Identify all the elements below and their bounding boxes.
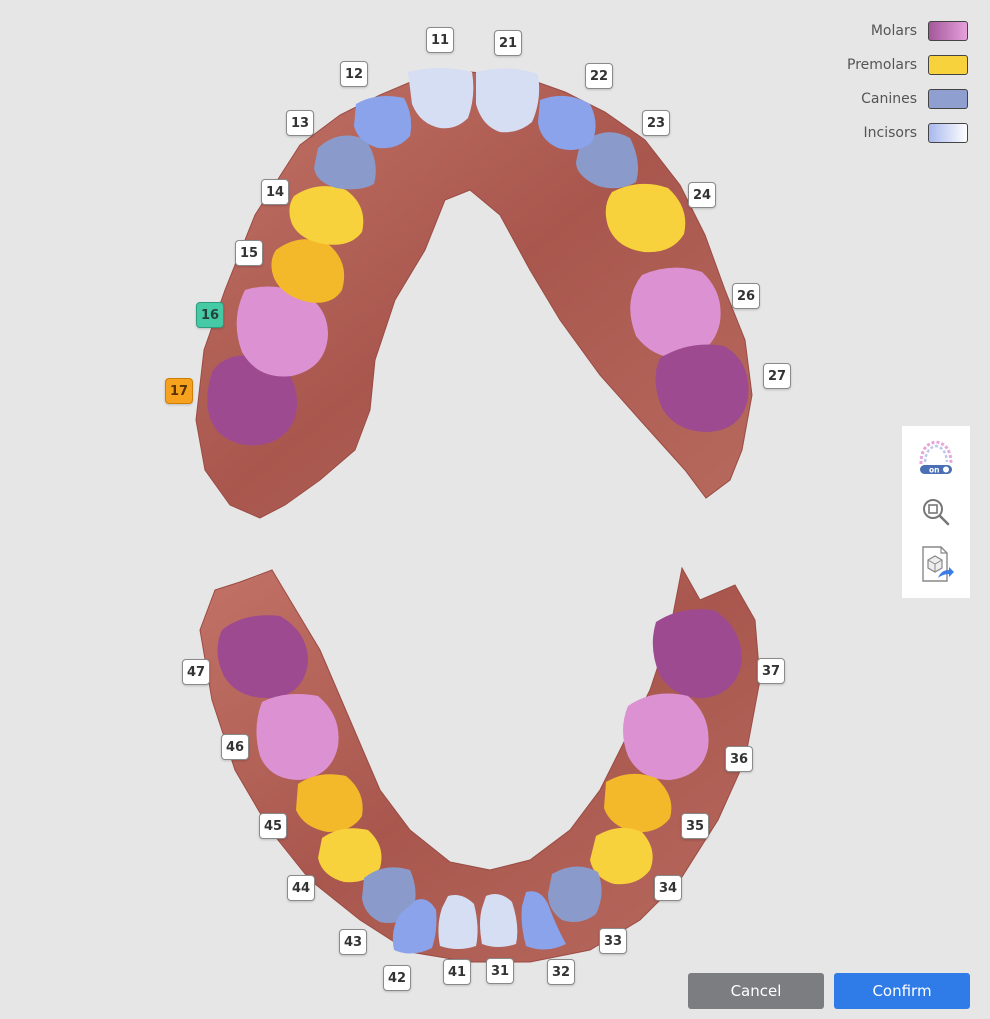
tooth-label-12[interactable]: 12 <box>340 61 368 87</box>
cancel-button[interactable]: Cancel <box>688 973 824 1009</box>
toggle-state-text: on <box>929 466 940 475</box>
tooth-label-24[interactable]: 24 <box>688 182 716 208</box>
tooth-label-14[interactable]: 14 <box>261 179 289 205</box>
tooth-46[interactable] <box>256 694 339 780</box>
tooth-label-21[interactable]: 21 <box>494 30 522 56</box>
legend-swatch <box>928 123 968 143</box>
tooth-label-43[interactable]: 43 <box>339 929 367 955</box>
tooth-label-22[interactable]: 22 <box>585 63 613 89</box>
legend-label: Incisors <box>863 125 918 141</box>
tooth-label-37[interactable]: 37 <box>757 658 785 684</box>
export-model-button[interactable] <box>916 544 956 584</box>
zoom-fit-icon <box>923 499 950 526</box>
tooth-label-11[interactable]: 11 <box>426 27 454 53</box>
tooth-label-27[interactable]: 27 <box>763 363 791 389</box>
tooth-33[interactable] <box>548 866 602 922</box>
tooth-31[interactable] <box>480 894 518 947</box>
legend-swatch <box>928 89 968 109</box>
tooth-label-33[interactable]: 33 <box>599 928 627 954</box>
tooth-label-47[interactable]: 47 <box>182 659 210 685</box>
tooth-label-44[interactable]: 44 <box>287 875 315 901</box>
tooth-label-23[interactable]: 23 <box>642 110 670 136</box>
arch-visibility-toggle-icon: on <box>919 440 953 475</box>
tooth-label-35[interactable]: 35 <box>681 813 709 839</box>
tooth-label-45[interactable]: 45 <box>259 813 287 839</box>
tooth-label-13[interactable]: 13 <box>286 110 314 136</box>
tooth-type-legend: Molars Premolars Canines Incisors <box>847 14 968 150</box>
tooth-label-34[interactable]: 34 <box>654 875 682 901</box>
legend-label: Premolars <box>847 57 917 73</box>
tooth-label-15[interactable]: 15 <box>235 240 263 266</box>
tooth-label-46[interactable]: 46 <box>221 734 249 760</box>
legend-label: Canines <box>861 91 917 107</box>
view-toolbar: on <box>902 426 970 598</box>
tooth-label-41[interactable]: 41 <box>443 959 471 985</box>
tooth-label-42[interactable]: 42 <box>383 965 411 991</box>
tooth-34[interactable] <box>590 827 653 885</box>
tooth-label-16-selected[interactable]: 16 <box>196 302 224 328</box>
legend-item-premolars: Premolars <box>847 48 968 82</box>
legend-item-canines: Canines <box>847 82 968 116</box>
tooth-label-36[interactable]: 36 <box>725 746 753 772</box>
tooth-label-26[interactable]: 26 <box>732 283 760 309</box>
tooth-label-32[interactable]: 32 <box>547 959 575 985</box>
legend-swatch <box>928 55 968 75</box>
arch-visibility-toggle-button[interactable]: on <box>916 436 956 476</box>
confirm-button[interactable]: Confirm <box>834 973 970 1009</box>
export-model-icon <box>922 546 954 582</box>
tooth-label-17-selected[interactable]: 17 <box>165 378 193 404</box>
dental-scan-viewport[interactable] <box>0 0 990 1019</box>
tooth-36[interactable] <box>623 693 709 780</box>
legend-label: Molars <box>870 23 917 39</box>
legend-swatch <box>928 21 968 41</box>
tooth-label-31[interactable]: 31 <box>486 958 514 984</box>
legend-item-incisors: Incisors <box>847 116 968 150</box>
zoom-fit-button[interactable] <box>916 492 956 532</box>
legend-item-molars: Molars <box>847 14 968 48</box>
